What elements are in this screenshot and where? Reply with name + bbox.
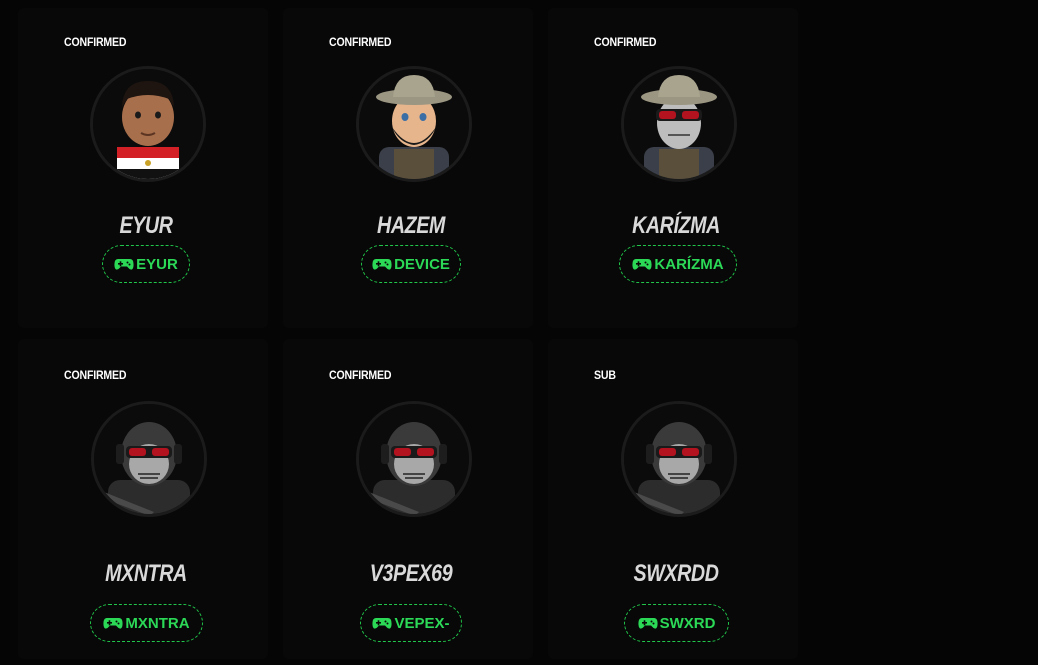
gamertag-badge[interactable]: SWXRD [624, 604, 729, 642]
player-card-4[interactable]: CONFIRMED MXNTRA MXNTRA [18, 339, 268, 659]
player-avatar[interactable] [621, 401, 737, 517]
player-name: HAZEM [377, 212, 445, 239]
player-avatar[interactable] [621, 66, 737, 182]
gamertag-badge[interactable]: EYUR [102, 245, 190, 283]
gamertag-badge[interactable]: VEPEX- [360, 604, 462, 642]
status-label: CONFIRMED [329, 35, 392, 49]
status-label: CONFIRMED [64, 368, 127, 382]
player-card-3[interactable]: CONFIRMED KARÍZMA KARÍZMA [548, 8, 798, 328]
gamertag-text: VEPEX- [394, 614, 450, 632]
player-avatar[interactable] [356, 66, 472, 182]
gamepad-icon [372, 257, 392, 271]
gamepad-icon [632, 257, 652, 271]
gamertag-text: KARÍZMA [654, 255, 724, 273]
gamepad-icon [372, 616, 393, 630]
gamepad-icon [114, 257, 134, 271]
player-card-5[interactable]: CONFIRMED V3PEX69 VEPEX- [283, 339, 533, 659]
gamertag-badge[interactable]: KARÍZMA [619, 245, 737, 283]
status-label: CONFIRMED [64, 35, 127, 49]
player-card-1[interactable]: CONFIRMED EYUR EYUR [18, 8, 268, 328]
player-card-2[interactable]: CONFIRMED HAZEM DEVICE [283, 8, 533, 328]
player-name: EYUR [119, 212, 173, 239]
player-name: SWXRDD [633, 560, 719, 587]
gamertag-text: EYUR [136, 255, 178, 273]
player-avatar[interactable] [356, 401, 472, 517]
status-label: CONFIRMED [594, 35, 657, 49]
player-card-6[interactable]: SUB SWXRDD SWXRD [548, 339, 798, 659]
gamepad-icon [103, 616, 123, 630]
player-avatar[interactable] [90, 66, 206, 182]
player-name: MXNTRA [105, 560, 187, 587]
player-avatar[interactable] [91, 401, 207, 517]
gamertag-badge[interactable]: DEVICE [361, 245, 461, 283]
gamertag-badge[interactable]: MXNTRA [90, 604, 203, 642]
roster-grid: CONFIRMED EYUR EYUR CONFIRMED HAZEM DEVI… [0, 0, 1038, 665]
gamertag-text: MXNTRA [125, 614, 190, 632]
player-name: V3PEX69 [369, 560, 453, 587]
gamertag-text: SWXRD [659, 614, 716, 632]
player-name: KARÍZMA [632, 212, 720, 239]
status-label: CONFIRMED [329, 368, 392, 382]
status-label: SUB [594, 368, 616, 382]
gamertag-text: DEVICE [394, 255, 450, 273]
gamepad-icon [638, 616, 658, 630]
